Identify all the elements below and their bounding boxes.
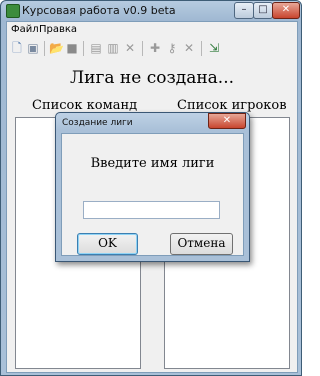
menu-file[interactable]: Файл [11,24,39,35]
add-icon[interactable]: ✚ [148,41,162,55]
league-name-input[interactable] [83,201,220,219]
open-folder-icon[interactable]: 📂 [49,41,64,55]
paste-icon[interactable]: ▥ [106,41,120,55]
app-icon [6,4,20,18]
toolbar-separator [83,41,84,56]
menu-edit[interactable]: Правка [39,24,77,35]
create-league-dialog: Создание лиги ✕ Введите имя лиги OK Отме… [55,112,250,262]
new-document-icon[interactable]: 🗋 [10,41,24,55]
toolbar-separator [44,41,45,56]
remove-icon[interactable]: ✕ [182,41,196,55]
toolbar-separator [201,41,202,56]
close-button[interactable]: ✕ [272,2,300,19]
key-icon[interactable]: ⚷ [165,41,179,55]
title-bar[interactable]: Курсовая работа v0.9 beta – □ ✕ [1,1,301,21]
ok-button[interactable]: OK [77,233,138,255]
exit-icon[interactable]: ⇲ [207,41,221,55]
players-list-title: Список игроков [177,98,287,113]
dialog-title: Создание лиги [62,118,133,128]
window-title: Курсовая работа v0.9 beta [22,4,176,17]
team-icon[interactable]: ▣ [26,41,40,55]
minimize-button[interactable]: – [234,2,254,19]
cancel-button[interactable]: Отмена [170,233,233,255]
teams-list-title: Список команд [32,98,138,113]
maximize-button[interactable]: □ [253,2,273,19]
save-icon[interactable]: ■ [65,41,79,55]
menu-bar: Файл Правка [7,22,297,38]
copy-icon[interactable]: ▤ [89,41,103,55]
league-status-heading: Лига не создана... [69,68,235,88]
dialog-close-button[interactable]: ✕ [208,113,246,129]
league-name-prompt: Введите имя лиги [90,156,215,171]
dialog-body: Введите имя лиги OK Отмена [61,133,244,256]
delete-icon[interactable]: ✕ [123,41,137,55]
toolbar-separator [142,41,143,56]
toolbar: 🗋 ▣ 📂 ■ ▤ ▥ ✕ ✚ ⚷ ✕ ⇲ [7,39,297,59]
